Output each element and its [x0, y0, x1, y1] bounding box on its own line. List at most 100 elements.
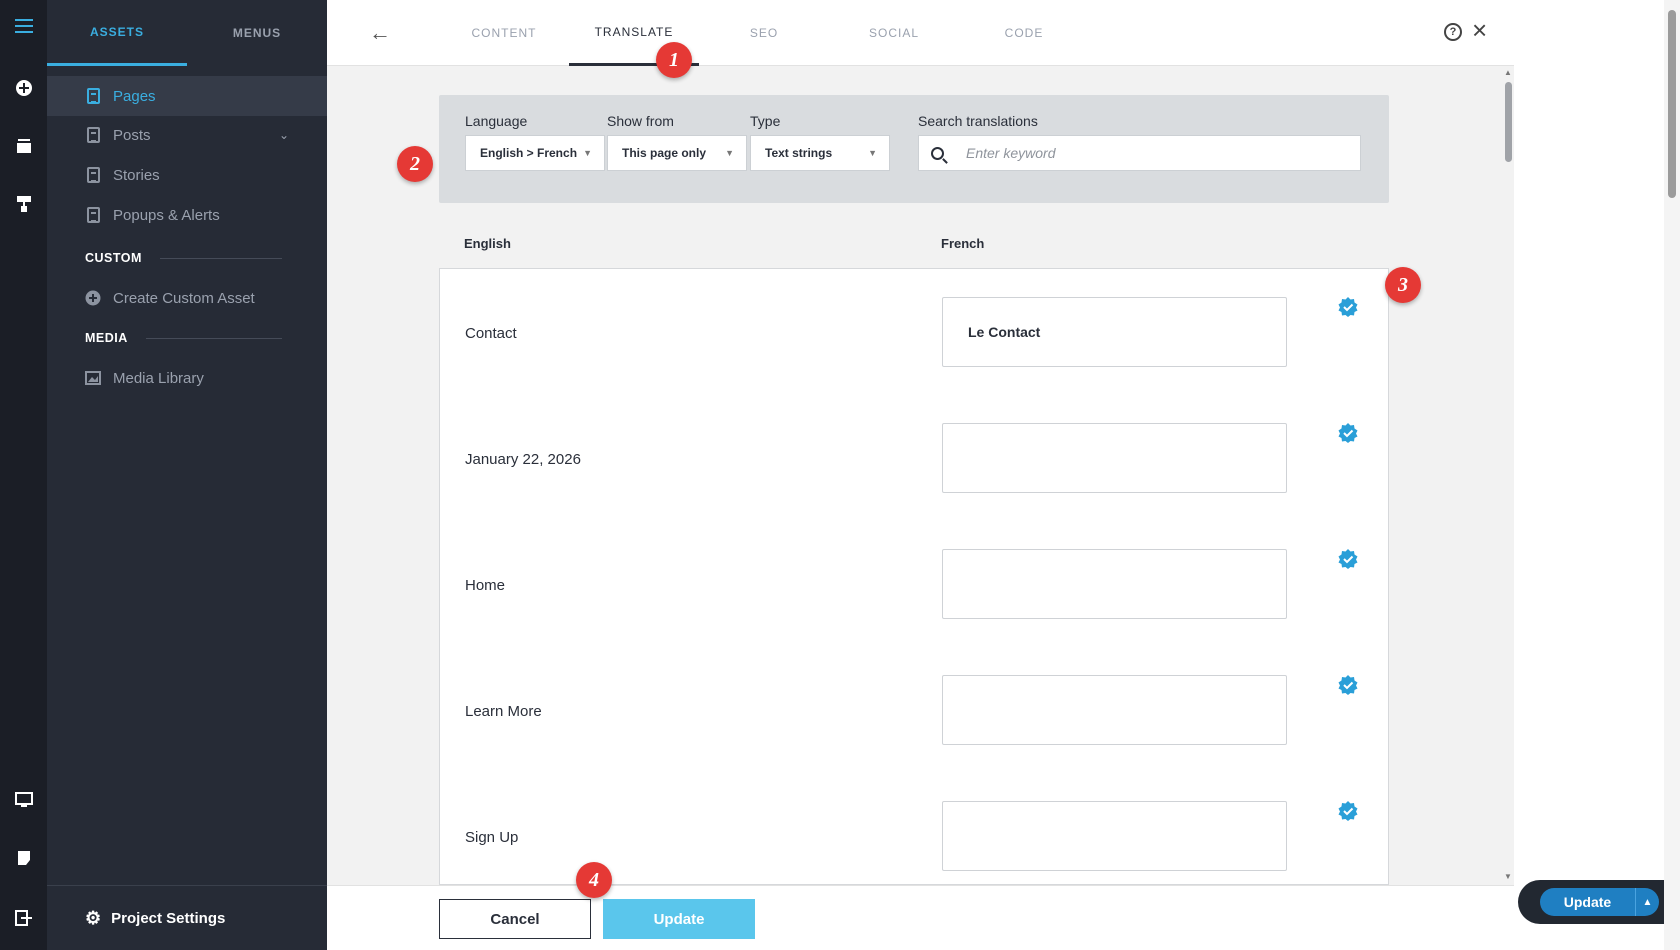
translation-input[interactable] — [942, 675, 1287, 745]
translation-row: Home — [440, 521, 1388, 647]
update-button[interactable]: Update — [603, 899, 755, 939]
source-text: Sign Up — [465, 829, 519, 846]
search-box[interactable] — [918, 135, 1361, 171]
verified-check-icon[interactable] — [1338, 675, 1358, 695]
sidebar-item-pages[interactable]: Pages — [47, 76, 327, 116]
project-settings-button[interactable]: ⚙ Project Settings — [47, 885, 327, 950]
source-text: Home — [465, 577, 506, 594]
scroll-up-icon[interactable]: ▲ — [1504, 68, 1512, 77]
page-icon — [85, 207, 101, 223]
back-arrow-icon[interactable]: ← — [369, 20, 391, 46]
target-column-header: French — [941, 236, 985, 251]
annotation-marker: 1 — [656, 42, 692, 78]
sidebar-item-popups[interactable]: Popups & Alerts — [47, 195, 327, 235]
floating-update-button[interactable]: Update — [1540, 888, 1635, 916]
language-value: English > French — [480, 146, 578, 160]
sidebar-item-label: Pages — [113, 87, 156, 105]
project-settings-label: Project Settings — [111, 909, 226, 927]
translation-input[interactable] — [942, 549, 1287, 619]
show-from-value: This page only — [622, 146, 707, 160]
create-custom-asset[interactable]: Create Custom Asset — [47, 278, 327, 318]
tab-code[interactable]: CODE — [959, 0, 1089, 66]
caret-down-icon: ▼ — [725, 148, 734, 158]
desktop-icon[interactable] — [8, 786, 39, 814]
tab-menus[interactable]: MENUS — [187, 0, 327, 66]
divider — [145, 337, 282, 339]
layers-icon[interactable] — [8, 132, 39, 160]
tab-seo[interactable]: SEO — [699, 0, 829, 66]
scroll-thumb[interactable] — [1505, 82, 1512, 162]
source-text: January 22, 2026 — [465, 451, 581, 468]
page-icon — [85, 127, 101, 143]
divider — [159, 257, 282, 259]
verified-check-icon[interactable] — [1338, 297, 1358, 317]
exit-icon[interactable] — [8, 904, 39, 932]
source-text: Learn More — [465, 703, 542, 720]
sidebar-item-label: Stories — [113, 166, 160, 184]
caret-down-icon: ▼ — [583, 148, 592, 158]
translation-input[interactable] — [942, 423, 1287, 493]
tab-content[interactable]: CONTENT — [439, 0, 569, 66]
search-icon — [931, 146, 944, 160]
action-bar: Cancel Update — [327, 885, 1514, 950]
show-from-select[interactable]: This page only ▼ — [607, 135, 747, 171]
annotation-marker: 2 — [397, 146, 433, 182]
media-heading-label: MEDIA — [85, 331, 128, 345]
tab-social[interactable]: SOCIAL — [829, 0, 959, 66]
page-icon — [85, 88, 101, 104]
create-custom-label: Create Custom Asset — [113, 289, 255, 307]
translation-row: Learn More — [440, 647, 1388, 773]
close-icon[interactable]: × — [1472, 17, 1487, 43]
translation-input[interactable] — [942, 801, 1287, 871]
sidebar-item-posts[interactable]: Posts ⌄ — [47, 115, 327, 155]
translate-panel: ← CONTENT TRANSLATE SEO SOCIAL CODE ? × … — [327, 0, 1514, 950]
media-library-label: Media Library — [113, 369, 204, 387]
type-label: Type — [750, 113, 781, 129]
media-library[interactable]: Media Library — [47, 358, 327, 398]
page-canvas — [1514, 0, 1680, 950]
caret-down-icon: ▼ — [868, 148, 877, 158]
chevron-up-icon[interactable]: ▲ — [1635, 888, 1659, 916]
filter-panel: Language English > French ▼ Show from Th… — [439, 95, 1389, 203]
language-select[interactable]: English > French ▼ — [465, 135, 605, 171]
annotation-marker: 4 — [576, 862, 612, 898]
search-label: Search translations — [918, 113, 1038, 129]
search-input[interactable] — [966, 145, 1346, 161]
page-icon — [85, 167, 101, 183]
type-value: Text strings — [765, 146, 833, 160]
translation-row: Contact Le Contact — [440, 269, 1388, 395]
help-icon[interactable]: ? — [1444, 23, 1462, 41]
assets-sidebar: ASSETS MENUS Pages Posts ⌄ Stories Popup… — [47, 0, 327, 950]
translation-input[interactable]: Le Contact — [942, 297, 1287, 367]
hamburger-menu-icon[interactable] — [8, 12, 39, 40]
note-icon[interactable] — [8, 844, 39, 872]
tab-assets[interactable]: ASSETS — [47, 0, 187, 66]
verified-check-icon[interactable] — [1338, 801, 1358, 821]
verified-check-icon[interactable] — [1338, 549, 1358, 569]
scroll-thumb[interactable] — [1668, 10, 1676, 198]
floating-update-control: Update ▲ — [1518, 880, 1668, 924]
scroll-down-icon[interactable]: ▼ — [1504, 872, 1512, 881]
language-label: Language — [465, 113, 528, 129]
page-scrollbar[interactable] — [1664, 0, 1680, 950]
verified-check-icon[interactable] — [1338, 423, 1358, 443]
top-tabbar: ← CONTENT TRANSLATE SEO SOCIAL CODE ? × — [327, 0, 1514, 66]
media-heading: MEDIA — [85, 331, 282, 345]
paint-roller-icon[interactable] — [8, 190, 39, 218]
sidebar-item-label: Popups & Alerts — [113, 206, 220, 224]
plus-circle-icon — [85, 290, 101, 306]
type-select[interactable]: Text strings ▼ — [750, 135, 890, 171]
panel-scrollbar[interactable]: ▲ ▼ — [1502, 66, 1514, 886]
sidebar-item-stories[interactable]: Stories — [47, 155, 327, 195]
gear-icon: ⚙ — [85, 907, 102, 928]
show-from-label: Show from — [607, 113, 674, 129]
add-icon[interactable] — [8, 74, 39, 102]
source-column-header: English — [464, 236, 511, 251]
translation-list: Contact Le Contact January 22, 2026 Home… — [439, 268, 1389, 885]
source-text: Contact — [465, 325, 517, 342]
chevron-down-icon[interactable]: ⌄ — [279, 128, 289, 142]
cancel-button[interactable]: Cancel — [439, 899, 591, 939]
image-icon — [85, 370, 101, 386]
custom-heading: CUSTOM — [85, 251, 282, 265]
custom-heading-label: CUSTOM — [85, 251, 142, 265]
